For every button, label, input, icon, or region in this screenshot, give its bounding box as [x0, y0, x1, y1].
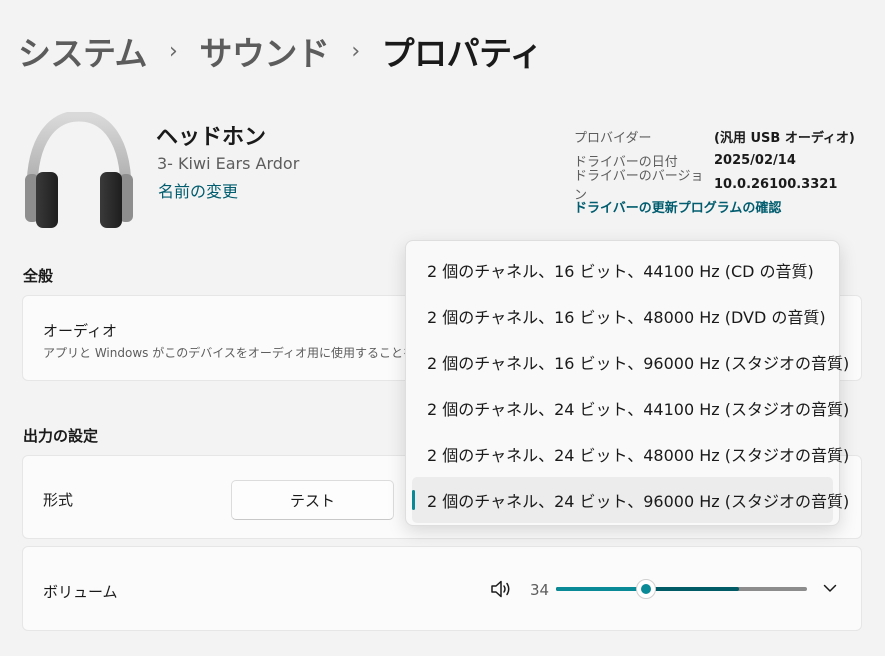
- volume-value: 34: [530, 581, 550, 599]
- device-name: ヘッドホン: [156, 125, 267, 150]
- driver-provider-value: (汎用 USB オーディオ): [714, 130, 855, 146]
- driver-version-row: ドライバーのバージョン 10.0.26100.3321: [574, 169, 855, 203]
- format-label: 形式: [43, 491, 74, 509]
- format-option[interactable]: 2 個のチャネル、16 ビット、44100 Hz (CD の音質): [412, 247, 833, 293]
- volume-card: ボリューム 34: [22, 546, 862, 631]
- breadcrumb-sound[interactable]: サウンド: [199, 27, 330, 75]
- driver-version-value: 10.0.26100.3321: [714, 176, 838, 192]
- speaker-icon[interactable]: [489, 578, 513, 600]
- driver-info: プロバイダー (汎用 USB オーディオ) ドライバーの日付 2025/02/1…: [574, 124, 855, 204]
- output-section-title: 出力の設定: [23, 427, 99, 445]
- breadcrumb: システム › サウンド › プロパティ: [18, 27, 543, 75]
- format-option[interactable]: 2 個のチャネル、16 ビット、48000 Hz (DVD の音質): [412, 293, 833, 339]
- format-option[interactable]: 2 個のチャネル、16 ビット、96000 Hz (スタジオの音質): [412, 339, 849, 385]
- driver-provider-row: プロバイダー (汎用 USB オーディオ): [574, 124, 855, 148]
- chevron-right-icon: ›: [169, 38, 178, 64]
- headphones-icon: [25, 112, 133, 228]
- driver-date-value: 2025/02/14: [714, 152, 796, 168]
- chevron-down-icon[interactable]: [821, 579, 839, 597]
- rename-link[interactable]: 名前の変更: [158, 178, 238, 202]
- sound-properties-page: システム › サウンド › プロパティ ヘッドホン 3- Kiwi Ears A…: [0, 0, 885, 656]
- audio-description: アプリと Windows がこのデバイスをオーディオ用に使用することを: [43, 346, 415, 360]
- format-option[interactable]: 2 個のチャネル、24 ビット、96000 Hz (スタジオの音質): [412, 477, 849, 523]
- page-title: プロパティ: [381, 34, 543, 73]
- device-model: 3- Kiwi Ears Ardor: [157, 154, 300, 173]
- audio-label: オーディオ: [43, 322, 117, 340]
- format-option[interactable]: 2 個のチャネル、24 ビット、48000 Hz (スタジオの音質): [412, 431, 849, 477]
- format-dropdown-menu: 2 個のチャネル、16 ビット、44100 Hz (CD の音質) 2 個のチャ…: [405, 240, 849, 526]
- format-option[interactable]: 2 個のチャネル、24 ビット、44100 Hz (スタジオの音質): [412, 385, 849, 431]
- chevron-right-icon: ›: [351, 38, 360, 64]
- breadcrumb-system[interactable]: システム: [18, 27, 148, 75]
- volume-label: ボリューム: [43, 583, 118, 601]
- volume-slider[interactable]: [556, 579, 807, 599]
- volume-slider-fill: [556, 587, 647, 591]
- test-button[interactable]: テスト: [231, 480, 394, 520]
- general-section-title: 全般: [23, 267, 54, 285]
- driver-provider-label: プロバイダー: [574, 130, 652, 146]
- driver-update-link[interactable]: ドライバーの更新プログラムの確認: [574, 197, 781, 216]
- volume-slider-thumb[interactable]: [636, 579, 657, 599]
